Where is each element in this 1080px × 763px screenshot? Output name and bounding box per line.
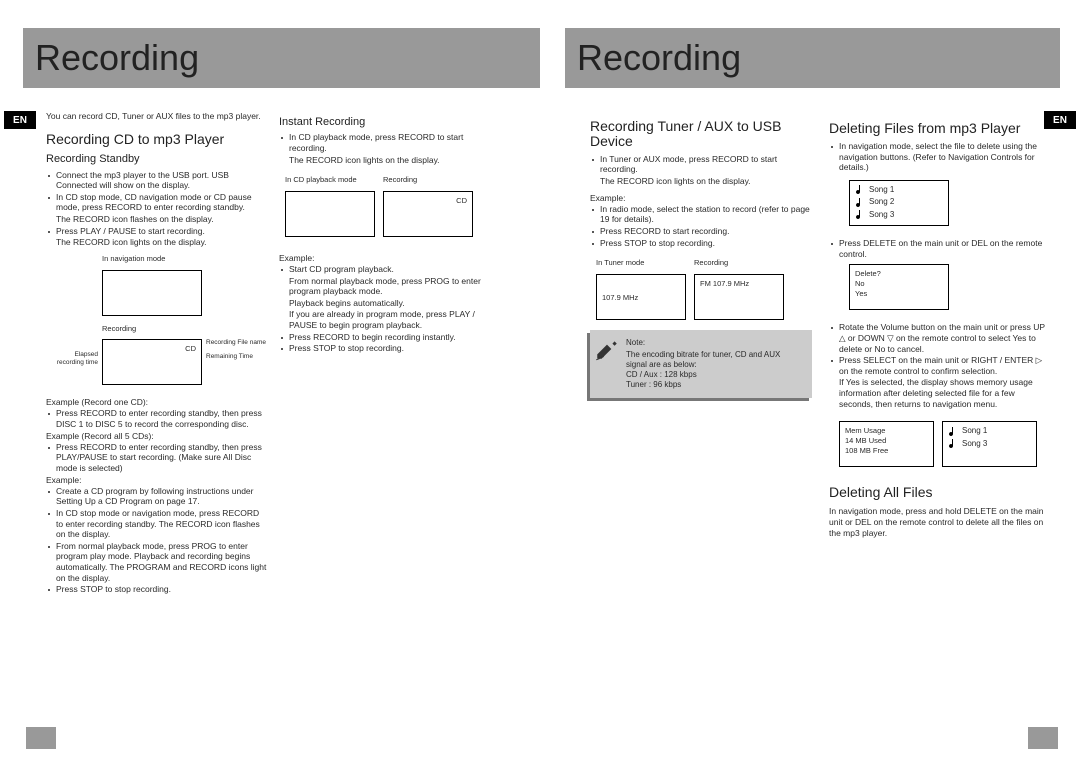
c1-b2: In CD stop mode, CD navigation mode or C… [46,192,268,213]
c3-b1: In Tuner or AUX mode, press RECORD to st… [590,154,812,175]
song-list-box: Song 1 Song 2 Song 3 [849,180,949,226]
music-note-icon [855,210,863,220]
banner-left: Recording [23,28,540,88]
nav-display-box [102,270,202,316]
ex3b2: In CD stop mode or navigation mode, pres… [46,508,268,540]
c2-exs2: Playback begins automatically. [279,298,501,309]
c2-exb2: Press RECORD to begin recording instantl… [279,332,501,343]
c2-box1 [285,191,375,237]
ex2b: Press RECORD to enter recording standby,… [46,442,268,474]
c2-exn: If you are already in program mode, pres… [279,309,501,330]
rec-label: Recording [102,324,268,334]
music-note-icon [948,427,956,437]
ex3b4: Press STOP to stop recording. [46,584,268,595]
col-1: You can record CD, Tuner or AUX files to… [46,111,268,596]
ex1h: Example (Record one CD): [46,397,268,408]
c3-s1: The RECORD icon lights on the display. [590,176,812,187]
ex3h: Example: [46,475,268,486]
h3-instant: Instant Recording [279,115,501,129]
h2-tuner-aux: Recording Tuner / AUX to USB Device [590,119,812,150]
c3-exb1: In radio mode, select the station to rec… [590,204,812,225]
song-list-after-box: Song 1 Song 3 [942,421,1037,467]
intro: You can record CD, Tuner or AUX files to… [46,111,268,122]
writing-hand-icon [594,336,620,362]
ex3b1: Create a CD program by following instruc… [46,486,268,507]
col-4: Deleting Files from mp3 Player In naviga… [829,111,1051,541]
c4-b4: Press SELECT on the main unit or RIGHT /… [829,355,1051,376]
c4-delall: In navigation mode, press and hold DELET… [829,506,1051,539]
note-line3: Tuner : 96 kbps [626,380,802,390]
col-2: Instant Recording In CD playback mode, p… [279,111,501,355]
c1-b3: Press PLAY / PAUSE to start recording. [46,226,268,237]
c2-exb3: Press STOP to stop recording. [279,343,501,354]
c2-s1: The RECORD icon lights on the display. [279,155,501,166]
c4-b3: Rotate the Volume button on the main uni… [829,322,1051,354]
nav-label: In navigation mode [102,254,268,264]
c3-exb3: Press STOP to stop recording. [590,238,812,249]
c3-box2: FM 107.9 MHz [694,274,784,320]
c3-box1: 107.9 MHz [596,274,686,320]
col-3: Recording Tuner / AUX to USB Device In T… [590,111,812,398]
music-note-icon [855,198,863,208]
c3-exb2: Press RECORD to start recording. [590,226,812,237]
c2-lab1: In CD playback mode [285,175,375,185]
c2-b1: In CD playback mode, press RECORD to sta… [279,132,501,153]
c3-exh: Example: [590,193,812,204]
c1-s2: The RECORD icon lights on the display. [46,237,268,248]
ex3b3: From normal playback mode, press PROG to… [46,541,268,584]
mem-usage-box: Mem Usage 14 MB Used 108 MB Free [839,421,934,467]
elapsed-callout: Elapsed recording time [46,335,98,365]
c4-s4: If Yes is selected, the display shows me… [829,377,1051,409]
c2-exb1: Start CD program playback. [279,264,501,275]
note-box: Note: The encoding bitrate for tuner, CD… [590,330,812,398]
h2-cd-record: Recording CD to mp3 Player [46,130,268,148]
h2-delete-all: Deleting All Files [829,483,1051,501]
h3-standby: Recording Standby [46,152,268,166]
music-note-icon [855,185,863,195]
c1-b1: Connect the mp3 player to the USB port. … [46,170,268,191]
file-callout: Recording File name [206,339,266,346]
c2-box2: CD [383,191,473,237]
c4-b1: In navigation mode, select the file to d… [829,141,1051,173]
c4-b2: Press DELETE on the main unit or DEL on … [829,238,1051,259]
c2-exs1: From normal playback mode, press PROG to… [279,276,501,297]
lang-tag-left: EN [4,111,36,129]
page-footer-left [26,727,56,749]
note-header: Note: [626,338,802,348]
c3-lab2: Recording [694,258,784,268]
rec-display-box: CD [102,339,202,385]
remain-callout: Remaining Time [206,353,266,360]
banner-right: Recording [565,28,1060,88]
ex2h: Example (Record all 5 CDs): [46,431,268,442]
page-footer-right [1028,727,1058,749]
c2-lab2: Recording [383,175,473,185]
ex1b: Press RECORD to enter recording standby,… [46,408,268,429]
h2-delete: Deleting Files from mp3 Player [829,119,1051,137]
music-note-icon [948,439,956,449]
note-line1: The encoding bitrate for tuner, CD and A… [626,350,802,370]
delete-dialog-box: Delete? No Yes [849,264,949,310]
c1-s1: The RECORD icon flashes on the display. [46,214,268,225]
note-line2: CD / Aux : 128 kbps [626,370,802,380]
c3-lab1: In Tuner mode [596,258,686,268]
c2-exh: Example: [279,253,501,264]
banner-left-title: Recording [35,35,199,82]
banner-right-title: Recording [577,35,741,82]
